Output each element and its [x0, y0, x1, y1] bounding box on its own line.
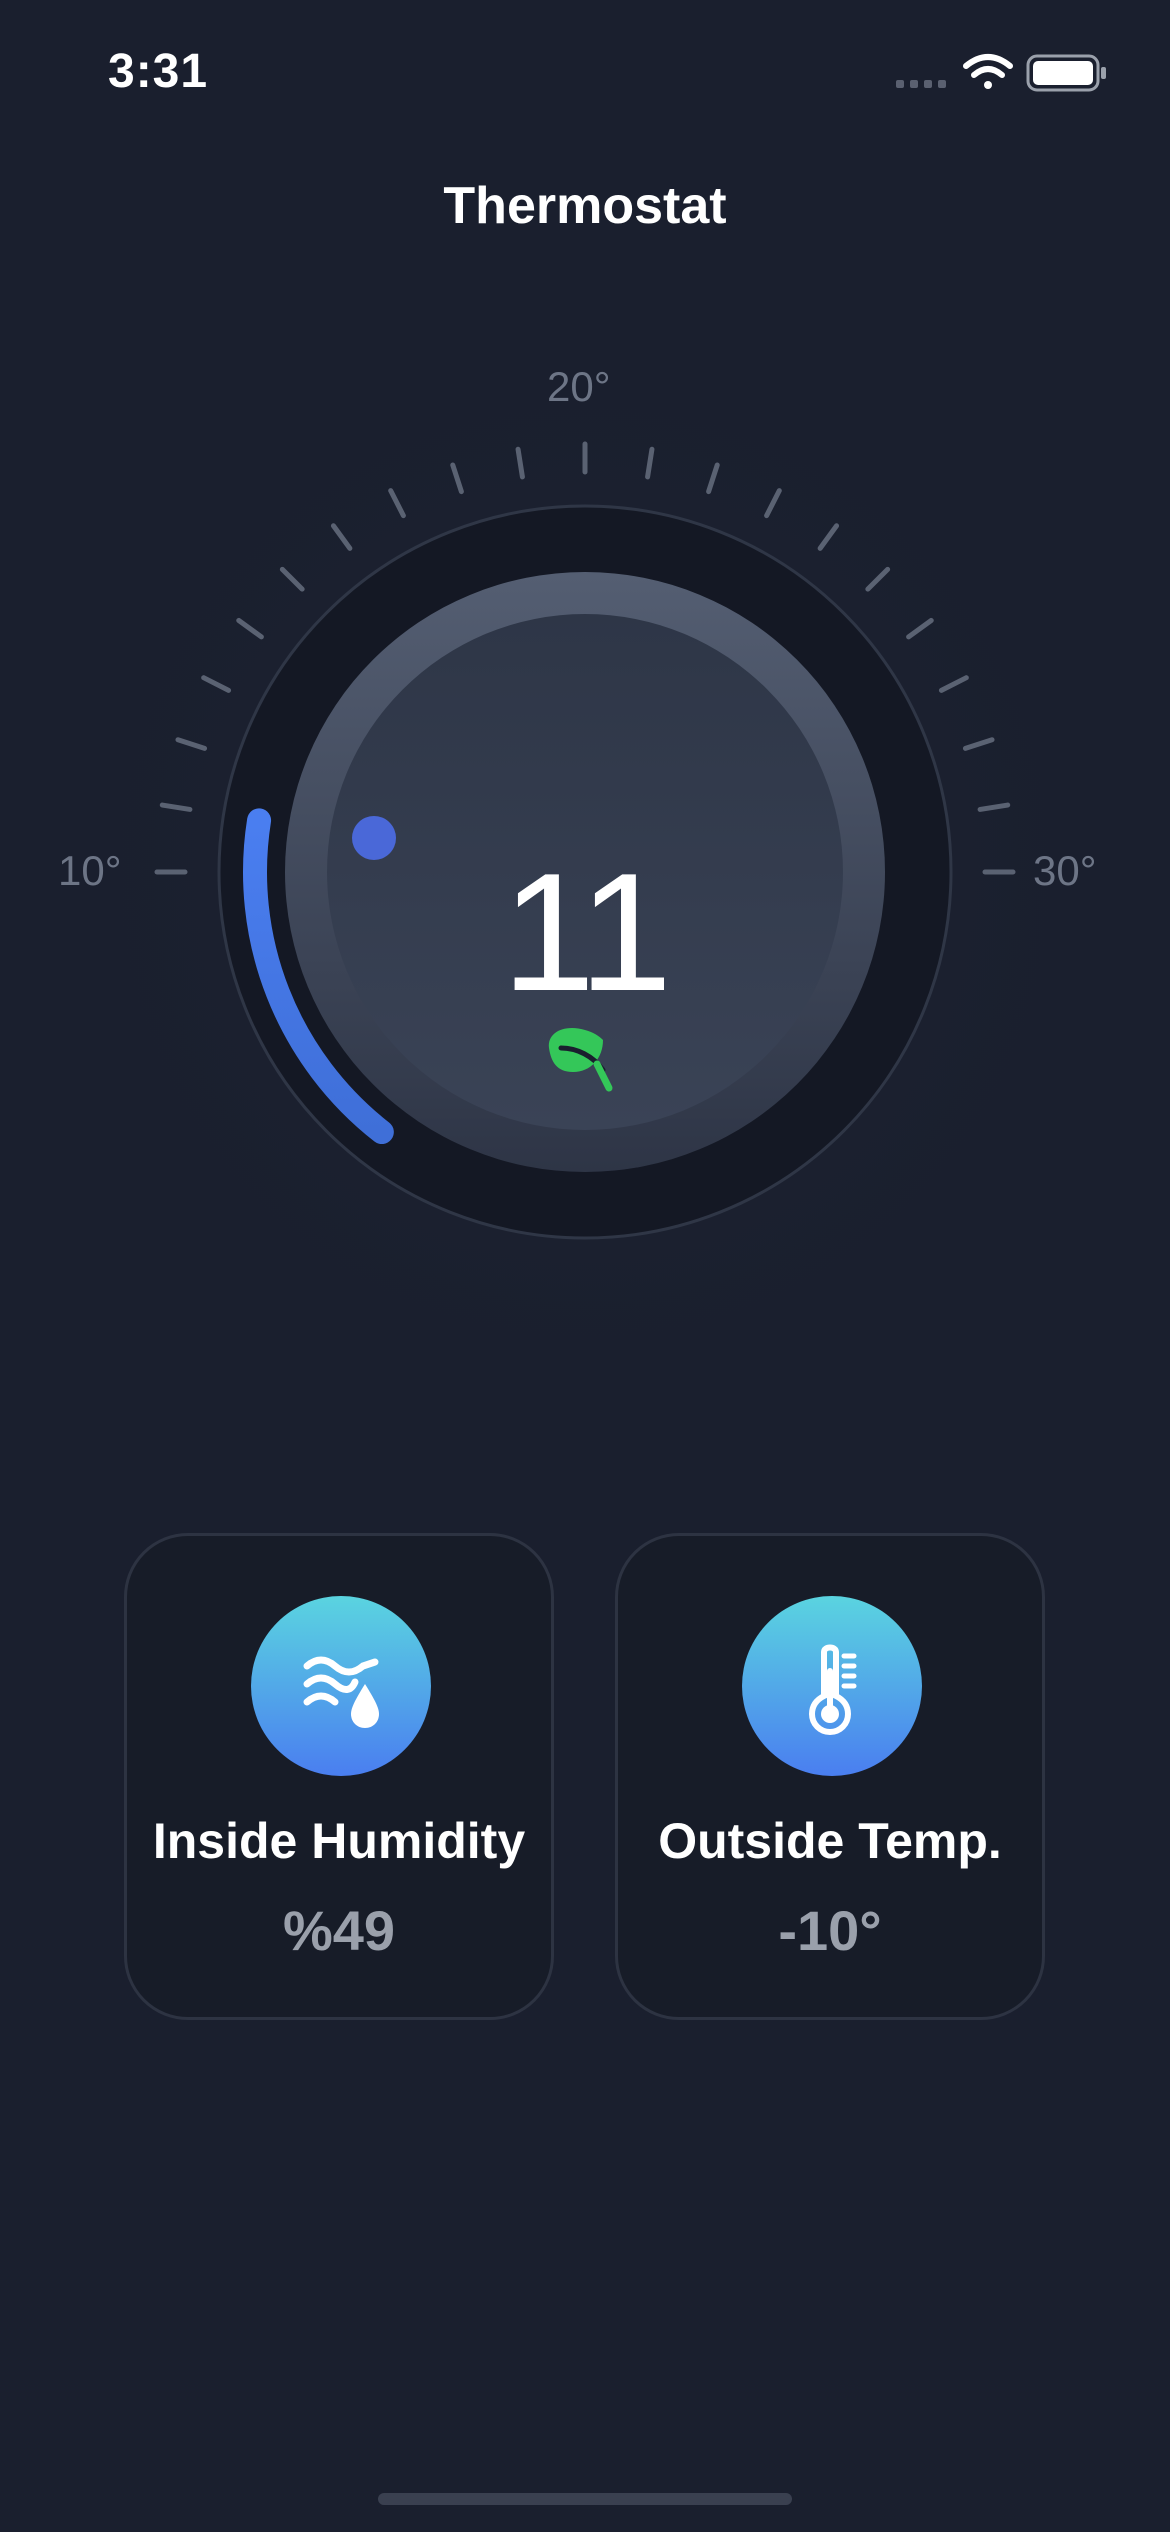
status-bar: 3:31: [0, 0, 1170, 140]
humidity-value: %49: [282, 1899, 396, 1962]
battery-icon: [1026, 54, 1106, 92]
dial-min-label: 10°: [58, 847, 122, 894]
humidity-icon: [303, 1656, 379, 1728]
dial-mid-label: 20°: [547, 363, 611, 410]
humidity-card[interactable]: Inside Humidity %49: [124, 1533, 554, 2020]
signal-icon: [896, 80, 946, 88]
dial-current-value: 11: [501, 838, 672, 1026]
humidity-icon-circle: [251, 1596, 431, 1776]
info-cards: Inside Humidity %49 Outside Temp. -10°: [0, 1533, 1170, 2023]
humidity-title: Inside Humidity: [152, 1813, 526, 1869]
wifi-icon: [963, 54, 1013, 89]
status-time: 3:31: [108, 45, 209, 98]
dial-max-label: 30°: [1033, 847, 1097, 894]
status-icons: [896, 50, 1116, 100]
outside-temp-card[interactable]: Outside Temp. -10°: [615, 1533, 1045, 2020]
thermometer-icon-circle: [742, 1596, 922, 1776]
outside-temp-value: -10°: [778, 1899, 882, 1962]
page-title: Thermostat: [443, 177, 727, 235]
thermostat-dial[interactable]: 10° 20° 30° 11: [0, 300, 1170, 1450]
home-indicator[interactable]: [378, 2493, 792, 2505]
outside-temp-title: Outside Temp.: [658, 1813, 1002, 1869]
thermometer-icon: [808, 1644, 857, 1736]
